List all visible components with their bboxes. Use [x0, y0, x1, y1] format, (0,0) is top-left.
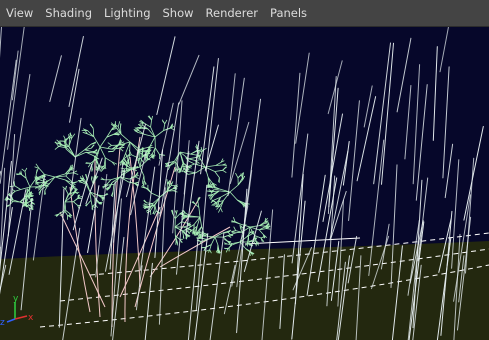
foliage-twig	[68, 139, 70, 147]
foliage-twig	[143, 175, 145, 182]
menu-lighting[interactable]: Lighting	[98, 0, 156, 26]
foliage-twig	[120, 127, 122, 135]
foliage-twig	[231, 221, 236, 223]
foliage-twig	[193, 224, 195, 231]
menu-renderer[interactable]: Renderer	[200, 0, 265, 26]
menu-shading[interactable]: Shading	[39, 0, 98, 26]
foliage-twig	[236, 231, 242, 234]
foliage-twig	[108, 150, 114, 153]
scene-canvas[interactable]: y x z	[0, 27, 489, 340]
axis-z-label: z	[0, 318, 5, 328]
menu-panels[interactable]: Panels	[264, 0, 313, 26]
foliage-twig	[86, 151, 94, 154]
foliage-twig	[26, 188, 28, 193]
foliage-twig	[266, 228, 271, 230]
maya-viewport[interactable]: View Shading Lighting Show Renderer Pane…	[0, 0, 489, 340]
foliage-twig	[186, 235, 191, 237]
panel-menubar: View Shading Lighting Show Renderer Pane…	[0, 0, 489, 27]
axis-x-label: x	[28, 313, 34, 323]
menu-view[interactable]: View	[0, 0, 39, 26]
axis-y-label: y	[13, 294, 19, 304]
menu-show[interactable]: Show	[157, 0, 200, 26]
